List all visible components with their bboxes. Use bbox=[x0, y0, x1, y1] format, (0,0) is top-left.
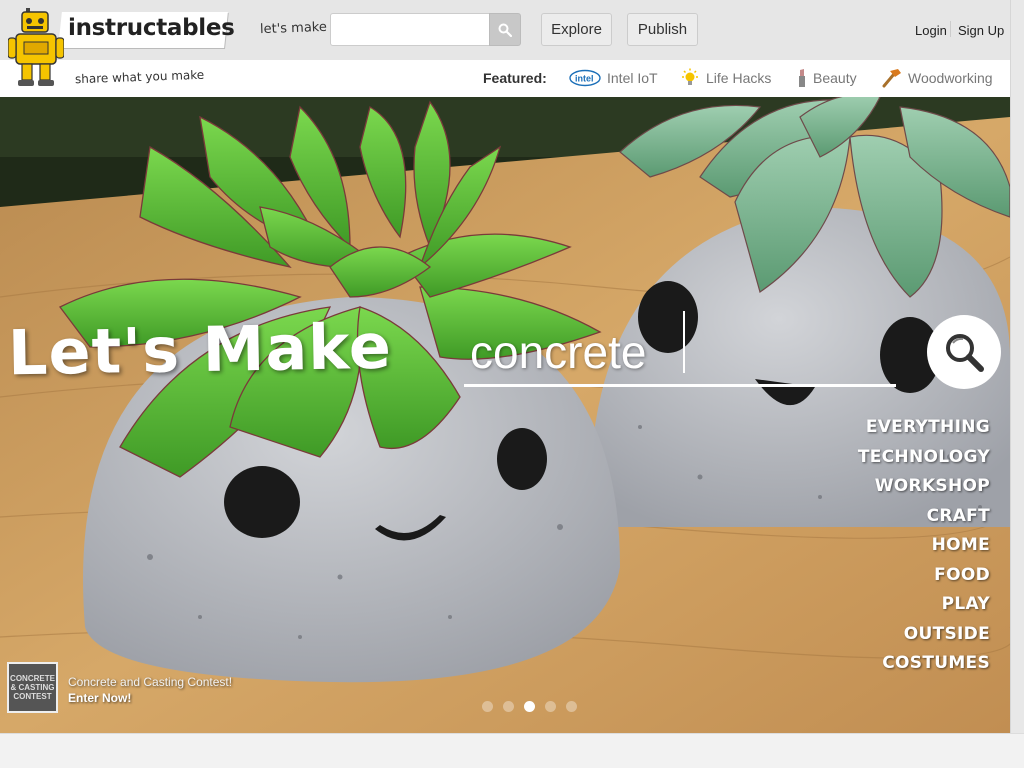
slide-dot-active[interactable] bbox=[524, 701, 535, 712]
magnifier-icon bbox=[946, 334, 984, 372]
hero-search-query[interactable]: concrete bbox=[470, 325, 646, 379]
channel-workshop[interactable]: WORKSHOP bbox=[875, 472, 990, 502]
slide-dot[interactable] bbox=[566, 701, 577, 712]
channel-home[interactable]: HOME bbox=[932, 531, 990, 561]
search-input[interactable] bbox=[330, 13, 490, 46]
featured-item-life-hacks[interactable]: Life Hacks bbox=[680, 67, 771, 89]
channel-costumes[interactable]: COSTUMES bbox=[882, 649, 990, 679]
hammer-icon bbox=[882, 69, 901, 88]
intel-logo-icon: intel bbox=[569, 69, 601, 87]
featured-item-label: Beauty bbox=[813, 70, 857, 86]
featured-item-intel-iot[interactable]: intel Intel IoT bbox=[569, 67, 658, 89]
featured-label: Featured: bbox=[483, 70, 547, 86]
publish-button[interactable]: Publish bbox=[627, 13, 698, 46]
lipstick-icon bbox=[799, 69, 805, 87]
hero-search-underline bbox=[464, 384, 896, 387]
text-caret bbox=[683, 311, 685, 373]
robot-logo-icon[interactable] bbox=[8, 8, 64, 88]
explore-button[interactable]: Explore bbox=[541, 13, 612, 46]
hero-title: Let's Make bbox=[7, 309, 393, 390]
logo-wordmark[interactable]: instructables bbox=[68, 15, 235, 41]
channel-play[interactable]: PLAY bbox=[942, 590, 990, 620]
vertical-scrollbar[interactable] bbox=[1010, 0, 1024, 733]
channel-list: EVERYTHING TECHNOLOGY WORKSHOP CRAFT HOM… bbox=[858, 413, 990, 679]
lets-make-label: let's make bbox=[259, 19, 328, 38]
channel-technology[interactable]: TECHNOLOGY bbox=[858, 443, 990, 473]
contest-title: Concrete and Casting Contest! bbox=[68, 675, 233, 689]
hero-banner: Let's Make concrete EVERYTHING TECHNOLOG… bbox=[0, 97, 1010, 733]
channel-outside[interactable]: OUTSIDE bbox=[904, 620, 990, 650]
slide-dot[interactable] bbox=[545, 701, 556, 712]
featured-item-woodworking[interactable]: Woodworking bbox=[880, 67, 993, 89]
channel-food[interactable]: FOOD bbox=[934, 561, 990, 591]
slide-dot[interactable] bbox=[482, 701, 493, 712]
signup-link[interactable]: Sign Up bbox=[958, 23, 1004, 38]
svg-text:intel: intel bbox=[575, 74, 594, 84]
instructables-homepage: instructables let's make Explore Publish… bbox=[0, 0, 1024, 768]
featured-item-label: Life Hacks bbox=[706, 70, 772, 86]
channel-craft[interactable]: CRAFT bbox=[927, 502, 990, 532]
featured-item-label: Intel IoT bbox=[607, 70, 658, 86]
login-link[interactable]: Login bbox=[915, 23, 947, 38]
auth-divider bbox=[950, 21, 951, 37]
contest-thumbnail[interactable]: CONCRETE & CASTING CONTEST bbox=[7, 662, 58, 713]
search-icon bbox=[498, 23, 512, 37]
contest-enter-link[interactable]: Enter Now! bbox=[68, 691, 131, 705]
hero-search-button[interactable] bbox=[927, 315, 1001, 389]
lightbulb-icon bbox=[682, 68, 698, 85]
channel-everything[interactable]: EVERYTHING bbox=[866, 413, 990, 443]
search-button[interactable] bbox=[489, 13, 521, 46]
slide-indicators bbox=[482, 701, 577, 712]
featured-item-beauty[interactable]: Beauty bbox=[797, 67, 857, 89]
page-footer-strip bbox=[0, 733, 1024, 768]
slide-dot[interactable] bbox=[503, 701, 514, 712]
featured-item-label: Woodworking bbox=[908, 70, 993, 86]
